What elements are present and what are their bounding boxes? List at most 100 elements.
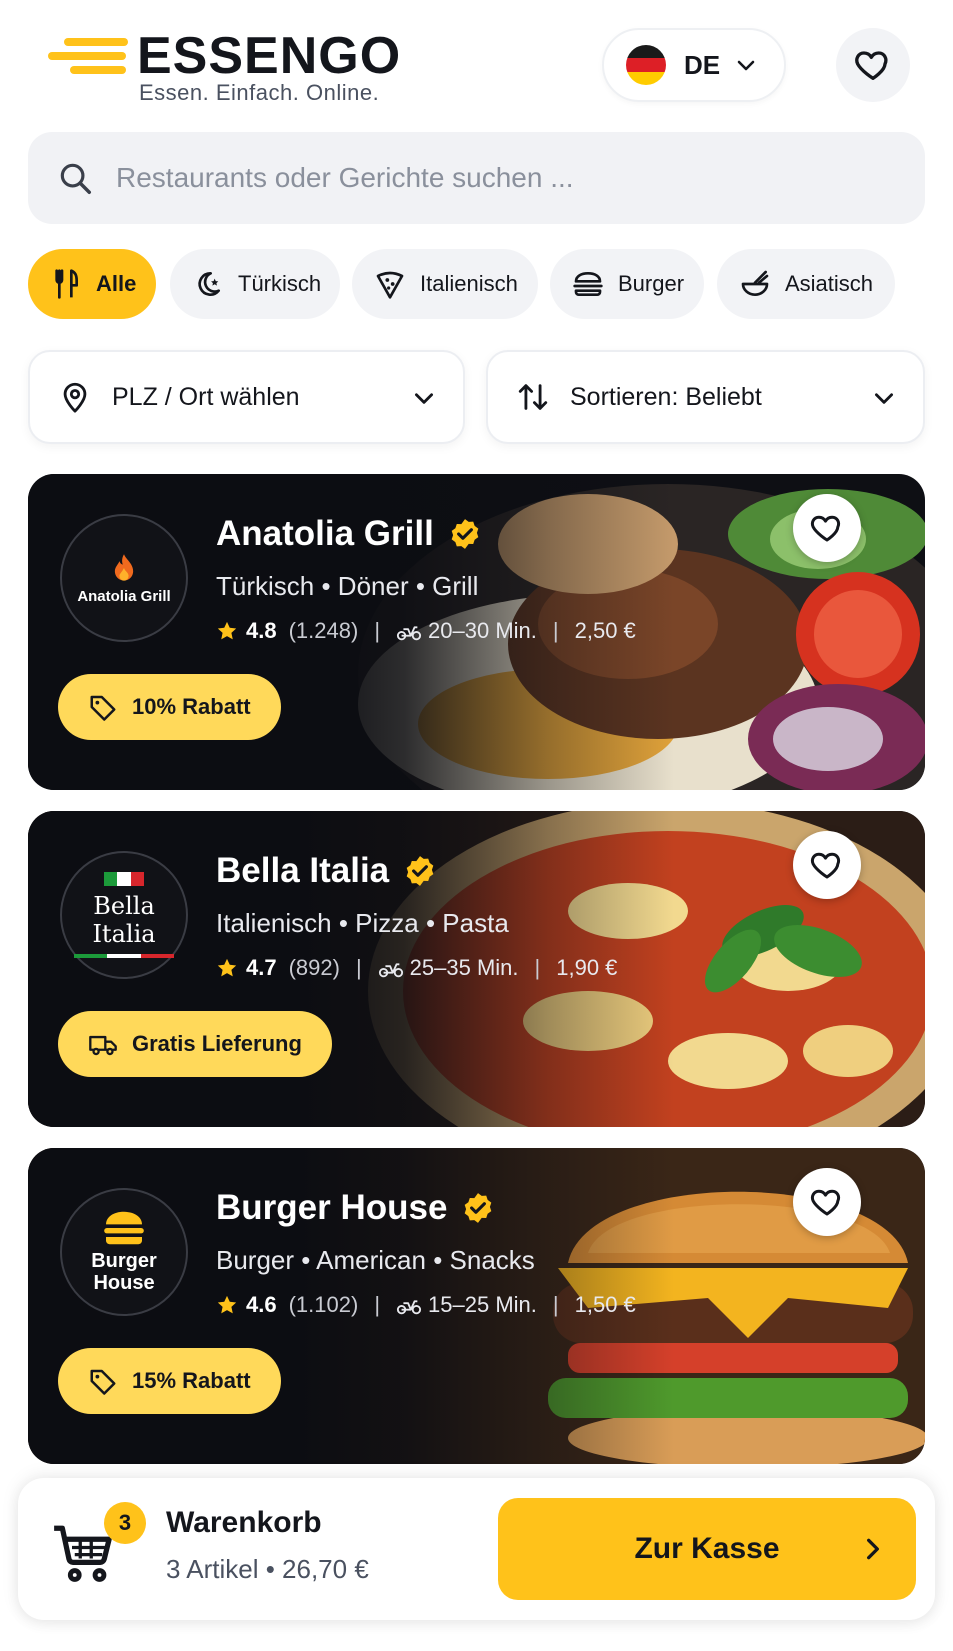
category-label: Burger [618,271,685,296]
rating-value: 4.7 [246,955,277,980]
location-label: PLZ / Ort wählen [112,382,300,411]
favorite-toggle[interactable] [793,1168,861,1236]
cart-summary: 3 Artikel • 26,70 € [166,1554,369,1584]
sort-label: Sortieren: Beliebt [570,382,762,411]
star-icon [217,958,237,977]
delivery-fee: 1,50 € [574,1292,636,1317]
category-chip-burger[interactable]: Burger [550,249,704,319]
crescent-star-icon [198,271,220,296]
restaurant-meta: 4.7 (892) | 25–35 Min. | 1,90 € [216,955,617,981]
verified-badge-icon [406,856,434,886]
restaurant-name-text: Burger House [216,1188,448,1227]
scooter-icon [378,963,403,978]
restaurant-logo: Burger House [60,1188,188,1316]
favorite-toggle[interactable] [793,831,861,899]
restaurant-meta: 4.8 (1.248) | 20–30 Min. | 2,50 € [216,618,636,644]
meta-separator: | [374,618,381,643]
meta-separator: | [552,618,559,643]
promo-badge-label: 10% Rabatt [132,694,251,719]
meta-separator: | [534,955,541,980]
cart-bar: 3 Warenkorb 3 Artikel • 26,70 € Zur Kass… [18,1478,935,1620]
chevron-down-icon [737,60,755,71]
restaurant-name-text: Anatolia Grill [216,514,434,553]
chevron-right-icon [867,1538,879,1560]
scooter-icon [396,1300,422,1315]
logo-text: Bella Italia [92,892,156,948]
delivery-time: 25–35 Min. [409,955,519,980]
category-label: Italienisch [420,271,518,296]
heart-icon [810,1189,841,1216]
cutlery-icon [55,269,78,299]
meta-separator: | [552,1292,559,1317]
logo-text: Anatolia Grill [77,587,171,605]
sort-dropdown[interactable]: Sortieren: Beliebt [486,350,925,444]
tag-icon [90,1369,116,1395]
language-code: DE [684,49,721,80]
rating-value: 4.6 [246,1292,277,1317]
category-chip-alle[interactable]: Alle [28,249,156,319]
category-chip-asiatisch[interactable]: Asiatisch [717,249,895,319]
logo-text-line2: House [93,1272,155,1294]
italian-flag-icon [104,872,144,886]
delivery-time: 15–25 Min. [428,1292,537,1317]
delivery-time: 20–30 Min. [428,618,537,643]
restaurant-card[interactable]: Bella Italia Bella Italia Italienisch • … [28,811,925,1127]
restaurant-name: Bella Italia [216,851,437,891]
category-label: Asiatisch [785,271,874,296]
app-header: ESSENGO Essen. Einfach. Online. DE [0,0,953,120]
star-icon [217,1295,237,1314]
speed-lines-icon [48,38,128,74]
chevron-down-icon [415,393,433,404]
restaurant-meta: 4.6 (1.102) | 15–25 Min. | 1,50 € [216,1292,636,1318]
star-icon [217,621,237,640]
language-selector[interactable]: DE [602,28,786,102]
category-label: Türkisch [238,271,322,296]
restaurant-card[interactable]: Burger House Burger House Burger • Ameri… [28,1148,925,1464]
brand-logo[interactable]: ESSENGO Essen. Einfach. Online. [42,27,402,108]
search-icon [60,163,91,194]
restaurant-cuisine: Italienisch • Pizza • Pasta [216,908,509,938]
pizza-slice-icon [376,271,404,299]
brand-tagline: Essen. Einfach. Online. [139,80,380,105]
heart-icon [810,852,841,879]
category-chip-italienisch[interactable]: Italienisch [352,249,538,319]
search-input[interactable] [116,162,876,194]
restaurant-logo: Bella Italia [60,851,188,979]
checkout-label: Zur Kasse [634,1532,780,1565]
restaurant-cuisine: Burger • American • Snacks [216,1245,535,1275]
favorite-toggle[interactable] [793,494,861,562]
flame-icon [114,553,134,581]
restaurant-card[interactable]: Anatolia Grill Anatolia Grill Türkisch •… [28,474,925,790]
cart-title[interactable]: Warenkorb [166,1506,322,1540]
verified-badge-icon [451,519,479,549]
restaurant-cuisine: Türkisch • Döner • Grill [216,571,479,601]
bowl-chopsticks-icon [741,270,769,296]
burger-icon [573,272,603,296]
review-count: (1.102) [288,1292,359,1317]
tag-icon [90,695,116,721]
checkout-button[interactable]: Zur Kasse [498,1498,916,1600]
brand-name: ESSENGO [137,27,402,85]
chevron-down-icon [875,393,893,404]
meta-separator: | [374,1292,381,1317]
italian-stripe [74,954,174,958]
rating-value: 4.8 [246,618,277,643]
location-dropdown[interactable]: PLZ / Ort wählen [28,350,465,444]
promo-badge: 10% Rabatt [58,674,281,740]
restaurant-name: Anatolia Grill [216,514,482,554]
category-chips: Alle Türkisch Italienisch Burger Asiatis… [28,249,953,321]
heart-icon [810,515,841,542]
logo-text-line1: Burger [91,1250,157,1272]
heart-icon [855,51,888,81]
search-bar[interactable] [28,132,925,224]
meta-separator: | [355,955,362,980]
category-chip-tuerkisch[interactable]: Türkisch [170,249,340,319]
promo-badge-label: 15% Rabatt [132,1368,251,1393]
location-pin-icon [63,382,87,413]
favorites-button[interactable] [836,28,910,102]
review-count: (892) [288,955,340,980]
scooter-icon [396,626,422,641]
delivery-fee: 2,50 € [574,618,636,643]
verified-badge-icon [465,1193,492,1223]
german-flag-icon [626,45,666,85]
